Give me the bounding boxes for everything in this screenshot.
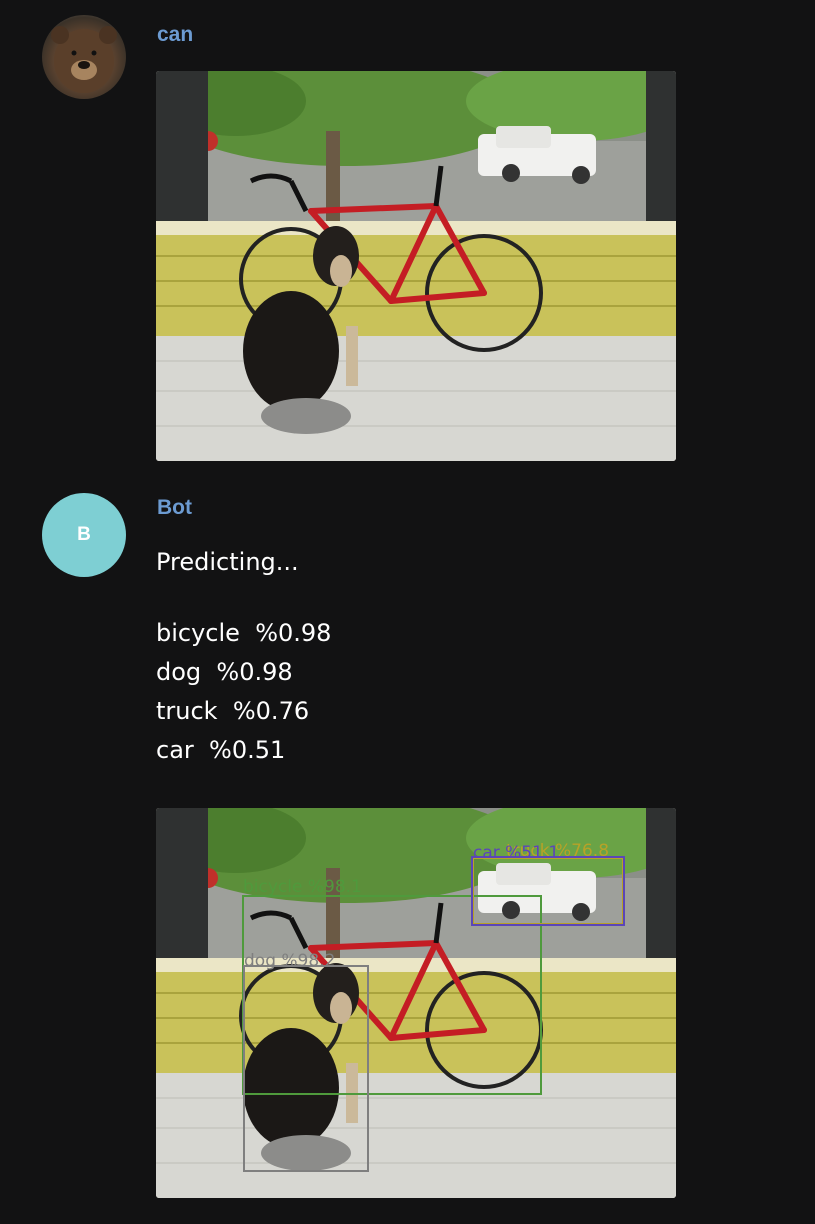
car-detection-label: car %51.1 bbox=[473, 843, 559, 863]
prediction-item: car %0.51 bbox=[156, 731, 331, 770]
uploaded-image[interactable] bbox=[156, 71, 676, 461]
user-avatar[interactable] bbox=[42, 15, 126, 99]
prediction-label: dog bbox=[156, 658, 202, 686]
prediction-item: dog %0.98 bbox=[156, 653, 331, 692]
status-text: Predicting... bbox=[156, 548, 299, 576]
annotated-porch-photo: bicycle %98.1 dog %98.2 truck %76.8 car … bbox=[156, 808, 676, 1198]
user-author-name: can bbox=[157, 23, 194, 46]
prediction-item: bicycle %0.98 bbox=[156, 614, 331, 653]
prediction-label: truck bbox=[156, 697, 218, 725]
prediction-score: %0.98 bbox=[216, 658, 293, 686]
prediction-label: car bbox=[156, 736, 194, 764]
bot-avatar[interactable]: B bbox=[42, 493, 126, 577]
prediction-list: bicycle %0.98 dog %0.98 truck %0.76 car … bbox=[156, 614, 331, 770]
bicycle-detection-label: bicycle %98.1 bbox=[243, 877, 362, 897]
bot-author-name: Bot bbox=[157, 496, 192, 519]
porch-photo bbox=[156, 71, 676, 461]
annotated-image[interactable]: bicycle %98.1 dog %98.2 truck %76.8 car … bbox=[156, 808, 676, 1198]
dog-detection-label: dog %98.2 bbox=[244, 951, 335, 971]
bear-avatar-icon bbox=[51, 26, 117, 93]
prediction-score: %0.51 bbox=[209, 736, 286, 764]
prediction-score: %0.98 bbox=[255, 619, 332, 647]
prediction-score: %0.76 bbox=[232, 697, 310, 725]
prediction-label: bicycle bbox=[156, 619, 240, 647]
prediction-item: truck %0.76 bbox=[156, 692, 331, 731]
bot-avatar-initial: B bbox=[77, 524, 91, 545]
